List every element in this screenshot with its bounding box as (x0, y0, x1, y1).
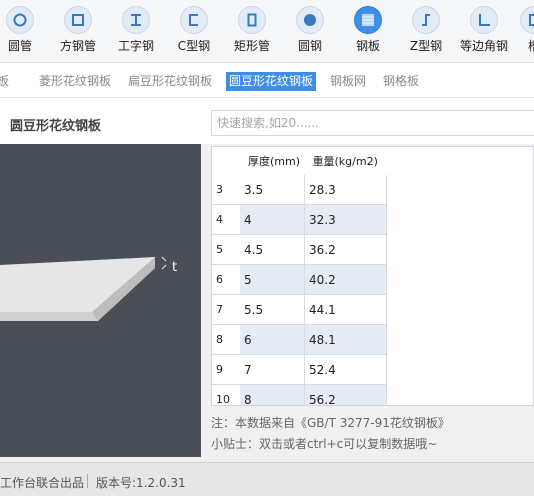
c-channel-icon (180, 6, 208, 34)
rect-pipe-icon (238, 6, 266, 34)
row-index[interactable]: 6 (212, 264, 240, 295)
round-pipe-icon (6, 6, 34, 34)
table-row[interactable]: 10 8 56.2 (212, 384, 387, 405)
category-label: 圆管 (7, 39, 32, 53)
search-box[interactable] (211, 110, 534, 136)
tab-lentil-plate[interactable]: 扁豆形花纹钢板 (125, 72, 215, 91)
category-c-channel[interactable]: C型钢 (164, 0, 224, 62)
status-bar: 工作台联合出品 版本号:1.2.0.31 (0, 462, 534, 496)
category-round-pipe[interactable]: 圆管 (0, 0, 50, 62)
z-section-icon (412, 6, 440, 34)
page-title: 圆豆形花纹钢板 (10, 119, 102, 134)
category-label: 钢板 (355, 39, 380, 53)
angle-steel-icon (470, 6, 498, 34)
weight-cell[interactable]: 36.2 (304, 234, 387, 265)
weight-cell[interactable]: 28.3 (304, 175, 387, 205)
table-header-row: 厚度(mm) 重量(kg/m2) (212, 147, 387, 175)
category-label: 圆钢 (297, 39, 322, 53)
tab-steel-grating[interactable]: 钢格板 (380, 72, 422, 91)
steel-plate-icon (354, 6, 382, 34)
thickness-header[interactable]: 厚度(mm) (240, 147, 305, 175)
row-index[interactable]: 4 (212, 204, 240, 235)
thickness-cell[interactable]: 7 (240, 354, 305, 385)
tab-diamond-plate[interactable]: 菱形花纹钢板 (36, 72, 114, 91)
notes: 注：本数据来自《GB/T 3277-91花纹钢板》 小贴士：双击或者ctrl+c… (211, 413, 450, 455)
data-table: 厚度(mm) 重量(kg/m2) 3 3.5 28.3 4 4 32.3 5 4.5 36.2 6… (211, 146, 534, 406)
category-toolbar: 圆管 方钢管 工字钢 C型钢 矩形管 圆钢 钢板 Z型钢 等边角钢 槽 (0, 0, 534, 63)
category-label: 工字钢 (117, 39, 154, 53)
thickness-cell[interactable]: 5.5 (240, 294, 305, 325)
weight-cell[interactable]: 32.3 (304, 204, 387, 235)
tab-steel-plate[interactable]: 钢板 (0, 72, 12, 91)
category-steel-plate[interactable]: 钢板 (338, 0, 398, 62)
category-label: 方钢管 (59, 39, 96, 53)
table-row[interactable]: 4 4 32.3 (212, 204, 387, 235)
i-beam-icon (122, 6, 150, 34)
plate-preview: t (0, 144, 201, 457)
source-note: 注：本数据来自《GB/T 3277-91花纹钢板》 (211, 416, 450, 430)
tab-expanded-mesh[interactable]: 钢板网 (327, 72, 369, 91)
square-pipe-icon (64, 6, 92, 34)
category-channel[interactable]: 槽 (504, 0, 534, 62)
category-label: Z型钢 (409, 39, 443, 53)
category-z-section[interactable]: Z型钢 (396, 0, 456, 62)
thickness-cell[interactable]: 6 (240, 324, 305, 355)
table-row[interactable]: 7 5.5 44.1 (212, 294, 387, 325)
table-row[interactable]: 9 7 52.4 (212, 354, 387, 385)
category-label: C型钢 (177, 39, 211, 53)
thickness-label: t (172, 260, 177, 275)
thickness-cell[interactable]: 4.5 (240, 234, 305, 265)
table-row[interactable]: 5 4.5 36.2 (212, 234, 387, 265)
title-row: 圆豆形花纹钢板 (0, 98, 534, 144)
weight-cell[interactable]: 40.2 (304, 264, 387, 295)
sub-tab-bar: 钢板 菱形花纹钢板 扁豆形花纹钢板 圆豆形花纹钢板 钢板网 钢格板 (0, 63, 534, 98)
thickness-cell[interactable]: 3.5 (240, 175, 305, 205)
channel-icon (520, 6, 534, 34)
tip-note: 小贴士：双击或者ctrl+c可以复制数据哦~ (211, 437, 438, 451)
category-rect-pipe[interactable]: 矩形管 (222, 0, 282, 62)
category-round-bar[interactable]: 圆钢 (280, 0, 340, 62)
plate-illustration: t (0, 256, 177, 321)
row-index[interactable]: 9 (212, 354, 240, 385)
publisher-text: 工作台联合出品 (0, 476, 85, 490)
row-index[interactable]: 10 (212, 384, 240, 405)
category-label: 矩形管 (233, 39, 270, 53)
tab-round-bean-plate[interactable]: 圆豆形花纹钢板 (226, 72, 317, 91)
index-header (212, 147, 240, 175)
category-label: 槽 (527, 39, 534, 53)
category-square-pipe[interactable]: 方钢管 (48, 0, 108, 62)
row-index[interactable]: 3 (212, 175, 240, 205)
weight-header[interactable]: 重量(kg/m2) (304, 147, 387, 175)
thickness-cell[interactable]: 4 (240, 204, 305, 235)
thickness-cell[interactable]: 5 (240, 264, 305, 295)
status-divider (87, 474, 88, 488)
weight-cell[interactable]: 44.1 (304, 294, 387, 325)
version-text: 版本号:1.2.0.31 (96, 476, 186, 490)
table-row[interactable]: 6 5 40.2 (212, 264, 387, 295)
weight-cell[interactable]: 48.1 (304, 324, 387, 355)
category-i-beam[interactable]: 工字钢 (106, 0, 166, 62)
table-row[interactable]: 8 6 48.1 (212, 324, 387, 355)
weight-cell[interactable]: 56.2 (304, 384, 387, 405)
round-bar-icon (296, 6, 324, 34)
row-index[interactable]: 7 (212, 294, 240, 325)
row-index[interactable]: 5 (212, 234, 240, 265)
row-index[interactable]: 8 (212, 324, 240, 355)
weight-cell[interactable]: 52.4 (304, 354, 387, 385)
search-input[interactable] (212, 111, 527, 135)
table-row[interactable]: 3 3.5 28.3 (212, 175, 387, 205)
thickness-cell[interactable]: 8 (240, 384, 305, 405)
